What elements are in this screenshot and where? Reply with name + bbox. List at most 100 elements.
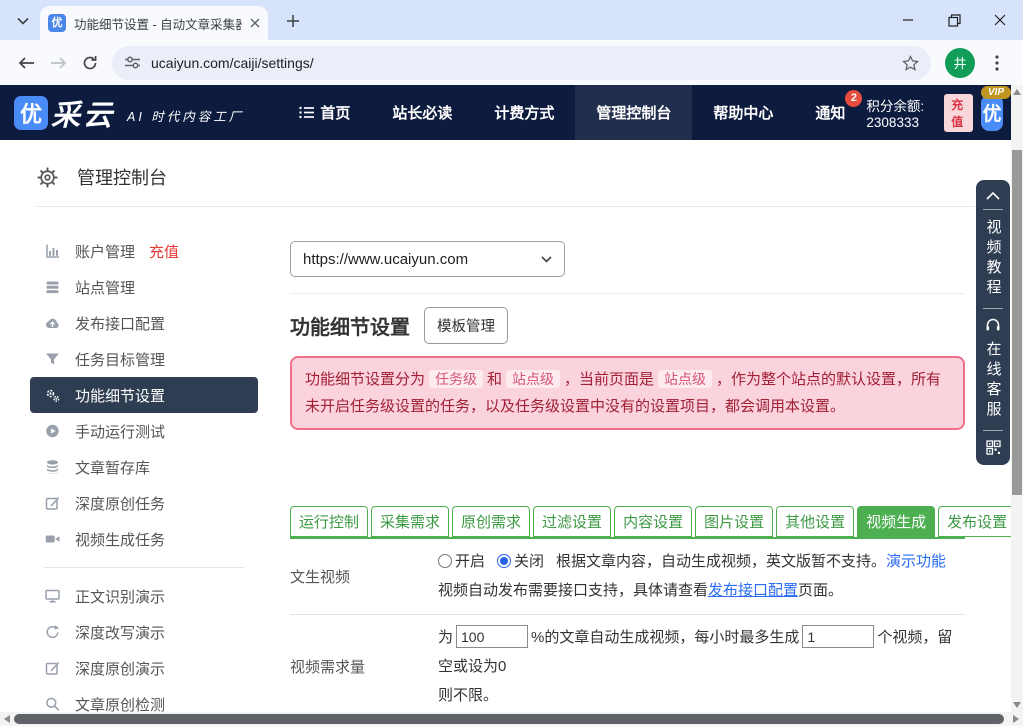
nav-item-notifications[interactable]: 通知 2	[794, 85, 866, 140]
sidebar-item-manual-test[interactable]: 手动运行测试	[30, 413, 258, 449]
notice-text: ，当前页面是	[564, 371, 654, 388]
nav-item-billing[interactable]: 计费方式	[473, 85, 575, 140]
server-icon	[44, 279, 61, 295]
sidebar-item-article-storage[interactable]: 文章暂存库	[30, 449, 258, 485]
tab-filter-settings[interactable]: 过滤设置	[533, 506, 611, 537]
tab-run-control[interactable]: 运行控制	[290, 506, 368, 537]
tab-other-settings[interactable]: 其他设置	[776, 506, 854, 537]
horizontal-scrollbar[interactable]	[0, 712, 1023, 726]
forward-button[interactable]	[42, 47, 74, 79]
vertical-scrollbar-thumb[interactable]	[1012, 150, 1022, 495]
tab-content-settings[interactable]: 内容设置	[614, 506, 692, 537]
restore-button[interactable]	[931, 0, 977, 40]
scroll-left-arrow[interactable]	[4, 715, 10, 723]
scroll-up-arrow[interactable]	[1013, 89, 1021, 95]
nav-item-console[interactable]: 管理控制台	[575, 85, 692, 140]
radio-on[interactable]	[438, 554, 452, 568]
demo-feature-link[interactable]: 演示功能	[886, 553, 946, 570]
qr-code-icon[interactable]	[986, 440, 1001, 455]
floating-side-toolbar: 视频教程 在线客服	[976, 180, 1010, 465]
divider	[983, 430, 1003, 431]
sidebar-item-original-demo[interactable]: 深度原创演示	[30, 650, 258, 686]
nav-item-label: 计费方式	[494, 102, 554, 123]
sidebar-item-originality-check[interactable]: 文章原创检测	[30, 686, 258, 712]
bookmark-star-icon[interactable]	[902, 55, 919, 71]
site-settings-icon[interactable]	[124, 55, 141, 70]
sidebar-item-content-detect-demo[interactable]: 正文识别演示	[30, 578, 258, 614]
radio-on-label[interactable]: 开启	[455, 553, 485, 570]
row-desc: %的文章自动生成视频，每小时最多生成	[531, 629, 799, 646]
sidebar-item-publish-api[interactable]: 发布接口配置	[30, 305, 258, 341]
sidebar-item-label: 账户管理	[75, 241, 135, 262]
headset-icon[interactable]	[985, 318, 1001, 332]
minimize-button[interactable]	[885, 0, 931, 40]
cloud-upload-icon	[44, 315, 61, 331]
videos-per-hour-input[interactable]	[802, 625, 874, 648]
sidebar-item-sites[interactable]: 站点管理	[30, 269, 258, 305]
browser-toolbar: ucaiyun.com/caiji/settings/ 井	[0, 40, 1023, 85]
notice-text: 和	[487, 371, 502, 388]
sidebar-item-feature-settings[interactable]: 功能细节设置	[30, 377, 258, 413]
tab-search-button[interactable]	[10, 8, 36, 33]
search-icon	[44, 696, 61, 712]
row-desc: 根据文章内容，自动生成视频，英文版暂不支持。	[556, 553, 886, 570]
sidebar-item-label: 深度原创任务	[75, 493, 165, 514]
sidebar: 账户管理 充值 站点管理 发布接口配置 任务目标管理 功能细节设置	[30, 233, 258, 712]
three-dot-menu-icon	[995, 55, 999, 71]
tab-close-icon[interactable]	[250, 18, 260, 28]
user-avatar[interactable]: 优 VIP	[981, 95, 1003, 131]
restore-icon	[948, 14, 961, 27]
site-select-dropdown[interactable]: https://www.ucaiyun.com	[290, 241, 565, 277]
address-bar[interactable]: ucaiyun.com/caiji/settings/	[112, 46, 931, 80]
tab-collect-demand[interactable]: 采集需求	[371, 506, 449, 537]
back-button[interactable]	[10, 47, 42, 79]
sidebar-item-label: 视频生成任务	[75, 529, 165, 550]
new-tab-button[interactable]	[282, 10, 304, 32]
nav-item-help[interactable]: 帮助中心	[692, 85, 794, 140]
notice-tag-task-level: 任务级	[429, 370, 483, 388]
gear-icon	[36, 166, 59, 189]
browser-tab[interactable]: 优 功能细节设置 - 自动文章采集器	[40, 6, 268, 40]
video-camera-icon	[44, 531, 61, 547]
sidebar-recharge-link[interactable]: 充值	[149, 241, 179, 262]
reload-button[interactable]	[74, 47, 106, 79]
back-icon	[18, 56, 35, 70]
site-logo[interactable]: 优 采云 AI 时代内容工厂	[14, 92, 244, 134]
browser-titlebar: 优 功能细节设置 - 自动文章采集器	[0, 0, 1023, 40]
recharge-button[interactable]: 充值	[944, 94, 973, 132]
back-to-top-icon[interactable]	[986, 192, 1000, 200]
nav-item-must-read[interactable]: 站长必读	[371, 85, 473, 140]
nav-item-home[interactable]: 首页	[278, 85, 371, 140]
horizontal-scrollbar-thumb[interactable]	[14, 714, 1004, 724]
browser-menu-button[interactable]	[981, 47, 1013, 79]
url-text[interactable]: ucaiyun.com/caiji/settings/	[151, 55, 902, 71]
scroll-down-arrow[interactable]	[1013, 702, 1021, 708]
online-service-button[interactable]: 在线客服	[986, 341, 1001, 421]
sidebar-divider	[44, 567, 244, 568]
close-button[interactable]	[977, 0, 1023, 40]
form-row-video-demand: 视频需求量 为%的文章自动生成视频，每小时最多生成个视频，留空或设为0 则不限。	[290, 615, 965, 713]
vertical-scrollbar[interactable]	[1011, 85, 1023, 712]
tab-video-generation[interactable]: 视频生成	[857, 506, 935, 537]
notice-text: 功能细节设置分为	[305, 371, 425, 388]
sidebar-item-deep-original-task[interactable]: 深度原创任务	[30, 485, 258, 521]
tab-publish-settings[interactable]: 发布设置	[938, 506, 1011, 537]
radio-off[interactable]	[497, 554, 511, 568]
publish-api-link[interactable]: 发布接口配置	[708, 582, 798, 599]
sidebar-item-rewrite-demo[interactable]: 深度改写演示	[30, 614, 258, 650]
tab-original-demand[interactable]: 原创需求	[452, 506, 530, 537]
database-icon	[44, 459, 61, 475]
scroll-right-arrow[interactable]	[1013, 715, 1019, 723]
sidebar-item-video-task[interactable]: 视频生成任务	[30, 521, 258, 557]
tab-image-settings[interactable]: 图片设置	[695, 506, 773, 537]
sidebar-item-task-targets[interactable]: 任务目标管理	[30, 341, 258, 377]
browser-profile-avatar[interactable]: 井	[945, 48, 975, 78]
template-manage-button[interactable]: 模板管理	[424, 307, 508, 344]
video-tutorial-button[interactable]: 视频教程	[986, 219, 1001, 299]
video-percent-input[interactable]	[456, 625, 528, 648]
page-title: 管理控制台	[77, 164, 167, 190]
play-circle-icon	[44, 423, 61, 439]
radio-off-label[interactable]: 关闭	[514, 553, 544, 570]
sidebar-item-account[interactable]: 账户管理 充值	[30, 233, 258, 269]
row-label: 文生视频	[290, 566, 438, 587]
